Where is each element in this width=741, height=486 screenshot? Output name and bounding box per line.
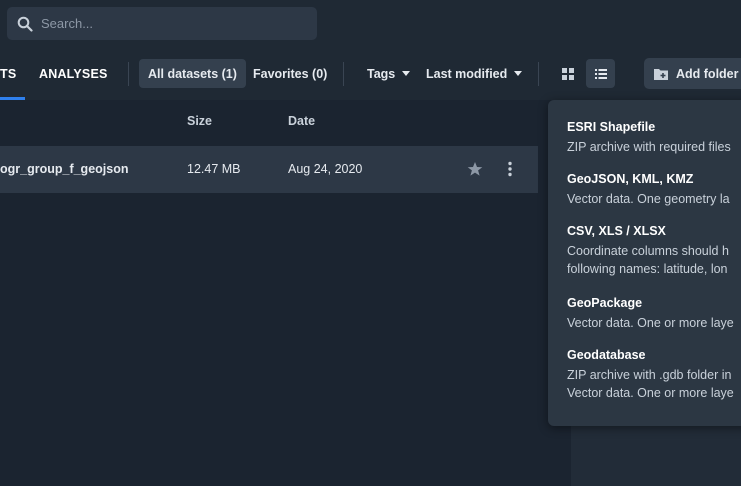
format-title: GeoJSON, KML, KMZ <box>567 172 694 186</box>
supported-formats-popover: ESRI Shapefile ZIP archive with required… <box>548 100 741 426</box>
dataset-name[interactable]: ogr_group_f_geojson <box>0 162 128 176</box>
divider <box>343 62 344 86</box>
grid-view-button[interactable] <box>553 59 582 88</box>
star-icon[interactable] <box>467 161 483 177</box>
dataset-date: Aug 24, 2020 <box>288 162 363 176</box>
chevron-down-icon <box>402 71 411 76</box>
tags-dropdown[interactable]: Tags <box>367 59 411 88</box>
sort-dropdown[interactable]: Last modified <box>426 59 523 88</box>
tab-analyses-label: ANALYSES <box>39 67 108 81</box>
chevron-down-icon <box>514 71 523 76</box>
top-bar: Search... <box>0 0 741 48</box>
list-view-button[interactable] <box>586 59 615 88</box>
tab-datasets-label: TS <box>0 67 17 81</box>
format-item: GeoJSON, KML, KMZ Vector data. One geome… <box>567 172 730 208</box>
format-item: GeoPackage Vector data. One or more laye <box>567 296 734 332</box>
format-title: Geodatabase <box>567 348 646 362</box>
format-description: Vector data. One or more laye <box>567 386 734 400</box>
filter-all-datasets-label: All datasets (1) <box>148 66 237 81</box>
dataset-size: 12.47 MB <box>187 162 241 176</box>
tab-datasets[interactable]: TS <box>0 48 16 100</box>
format-description: ZIP archive with required files <box>567 140 731 154</box>
divider <box>538 62 539 86</box>
format-item: CSV, XLS / XLSX Coordinate columns shoul… <box>567 224 729 278</box>
format-description: Coordinate columns should h <box>567 244 729 258</box>
tab-analyses[interactable]: ANALYSES <box>39 48 108 100</box>
format-title: GeoPackage <box>567 296 643 310</box>
more-options-icon[interactable] <box>505 161 515 177</box>
filter-favorites[interactable]: Favorites (0) <box>244 59 336 88</box>
column-date[interactable]: Date <box>288 114 315 128</box>
format-title: ESRI Shapefile <box>567 120 656 134</box>
format-item: Geodatabase ZIP archive with .gdb folder… <box>567 348 734 402</box>
add-folder-button[interactable]: Add folder <box>644 58 741 89</box>
table-header: Size Date <box>0 100 560 144</box>
format-description: Vector data. One or more laye <box>567 316 734 330</box>
filter-all-datasets[interactable]: All datasets (1) <box>139 59 246 88</box>
add-folder-label: Add folder <box>676 66 739 81</box>
format-title: CSV, XLS / XLSX <box>567 224 666 238</box>
divider <box>128 62 129 86</box>
format-description: Vector data. One geometry la <box>567 192 730 206</box>
table-row[interactable]: ogr_group_f_geojson 12.47 MB Aug 24, 202… <box>0 146 538 193</box>
search-input[interactable]: Search... <box>7 7 317 40</box>
format-description: ZIP archive with .gdb folder in <box>567 368 732 382</box>
format-description: following names: latitude, lon <box>567 262 728 276</box>
toolbar: TS ANALYSES All datasets (1) Favorites (… <box>0 48 741 100</box>
folder-plus-icon <box>654 68 668 80</box>
filter-favorites-label: Favorites (0) <box>253 66 328 81</box>
sort-dropdown-label: Last modified <box>426 66 508 81</box>
search-placeholder: Search... <box>41 16 94 31</box>
column-size[interactable]: Size <box>187 114 212 128</box>
grid-view-icon <box>561 67 574 80</box>
search-icon <box>17 16 33 32</box>
tags-dropdown-label: Tags <box>367 66 396 81</box>
format-item: ESRI Shapefile ZIP archive with required… <box>567 120 731 156</box>
list-view-icon <box>594 68 607 79</box>
